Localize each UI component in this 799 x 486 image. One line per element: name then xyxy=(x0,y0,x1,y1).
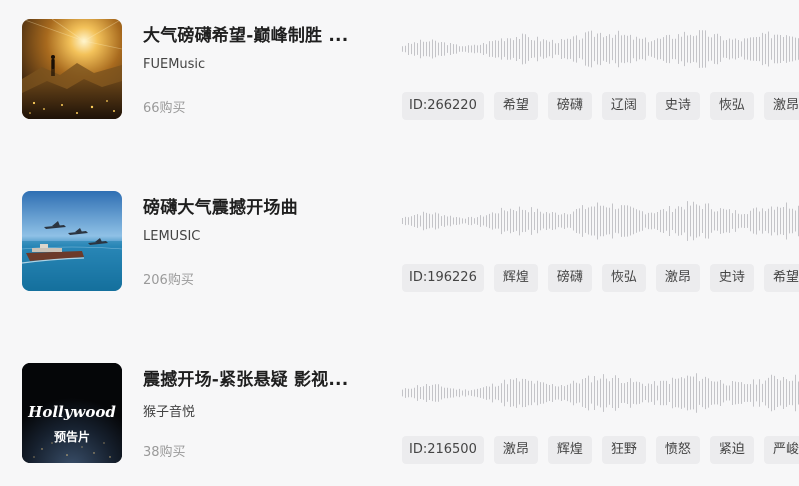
track-item[interactable]: Hollywood 预告片 震撼开场-紧张悬疑 影视... 猴子音悦 38购买 … xyxy=(0,363,799,466)
tag[interactable]: 史诗 xyxy=(655,92,700,120)
waveform-graphic xyxy=(402,373,799,413)
tag[interactable]: 磅礴 xyxy=(547,92,592,120)
purchase-count: 38购买 xyxy=(143,445,186,460)
cover-text-trailer: 预告片 xyxy=(54,429,90,444)
tag[interactable]: 激昂 xyxy=(763,92,799,120)
artist-name[interactable]: FUEMusic xyxy=(143,57,205,72)
cover-image[interactable] xyxy=(22,191,122,291)
jets-ocean-image xyxy=(22,191,122,291)
tag[interactable]: 紧迫 xyxy=(709,436,754,464)
artist-name[interactable]: 猴子音悦 xyxy=(143,401,195,420)
cover-text-hollywood: Hollywood xyxy=(27,403,116,421)
tag[interactable]: 激昂 xyxy=(655,264,700,292)
waveform[interactable] xyxy=(402,199,799,243)
tag[interactable]: 辉煌 xyxy=(493,264,538,292)
track-title[interactable]: 磅礴大气震撼开场曲 xyxy=(143,193,358,218)
tag[interactable]: 希望 xyxy=(493,92,538,120)
tag-list: ID:266220 希望 磅礴 辽阔 史诗 恢弘 激昂 xyxy=(402,92,799,122)
cover-image[interactable] xyxy=(22,19,122,119)
tag[interactable]: 愤怒 xyxy=(655,436,700,464)
tag-list: ID:196226 辉煌 磅礴 恢弘 激昂 史诗 希望 xyxy=(402,264,799,294)
track-id-tag: ID:196226 xyxy=(402,264,484,292)
track-title[interactable]: 大气磅礴希望-巅峰制胜 ... xyxy=(143,21,358,46)
tag[interactable]: 狂野 xyxy=(601,436,646,464)
purchase-count: 66购买 xyxy=(143,101,186,116)
tag[interactable]: 恢弘 xyxy=(601,264,646,292)
tag[interactable]: 史诗 xyxy=(709,264,754,292)
waveform[interactable] xyxy=(402,27,799,71)
track-id-tag: ID:216500 xyxy=(402,436,484,464)
tag[interactable]: 严峻 xyxy=(763,436,799,464)
waveform-graphic xyxy=(402,30,799,68)
artist-name[interactable]: LEMUSIC xyxy=(143,229,200,244)
waveform[interactable] xyxy=(402,371,799,415)
track-id-tag: ID:266220 xyxy=(402,92,484,120)
track-item[interactable]: 大气磅礴希望-巅峰制胜 ... FUEMusic 66购买 ID:266220 … xyxy=(0,19,799,122)
hollywood-trailer-image: Hollywood 预告片 xyxy=(22,363,122,463)
tag[interactable]: 磅礴 xyxy=(547,264,592,292)
track-item[interactable]: 磅礴大气震撼开场曲 LEMUSIC 206购买 ID:196226 辉煌 磅礴 … xyxy=(0,191,799,294)
tag[interactable]: 激昂 xyxy=(493,436,538,464)
tag[interactable]: 辉煌 xyxy=(547,436,592,464)
track-title[interactable]: 震撼开场-紧张悬疑 影视... xyxy=(143,365,358,390)
cover-image[interactable]: Hollywood 预告片 xyxy=(22,363,122,463)
mountain-sunrise-image xyxy=(22,19,122,119)
waveform-graphic xyxy=(402,201,799,241)
tag[interactable]: 恢弘 xyxy=(709,92,754,120)
tag[interactable]: 辽阔 xyxy=(601,92,646,120)
tag-list: ID:216500 激昂 辉煌 狂野 愤怒 紧迫 严峻 xyxy=(402,436,799,466)
tag[interactable]: 希望 xyxy=(763,264,799,292)
purchase-count: 206购买 xyxy=(143,273,194,288)
